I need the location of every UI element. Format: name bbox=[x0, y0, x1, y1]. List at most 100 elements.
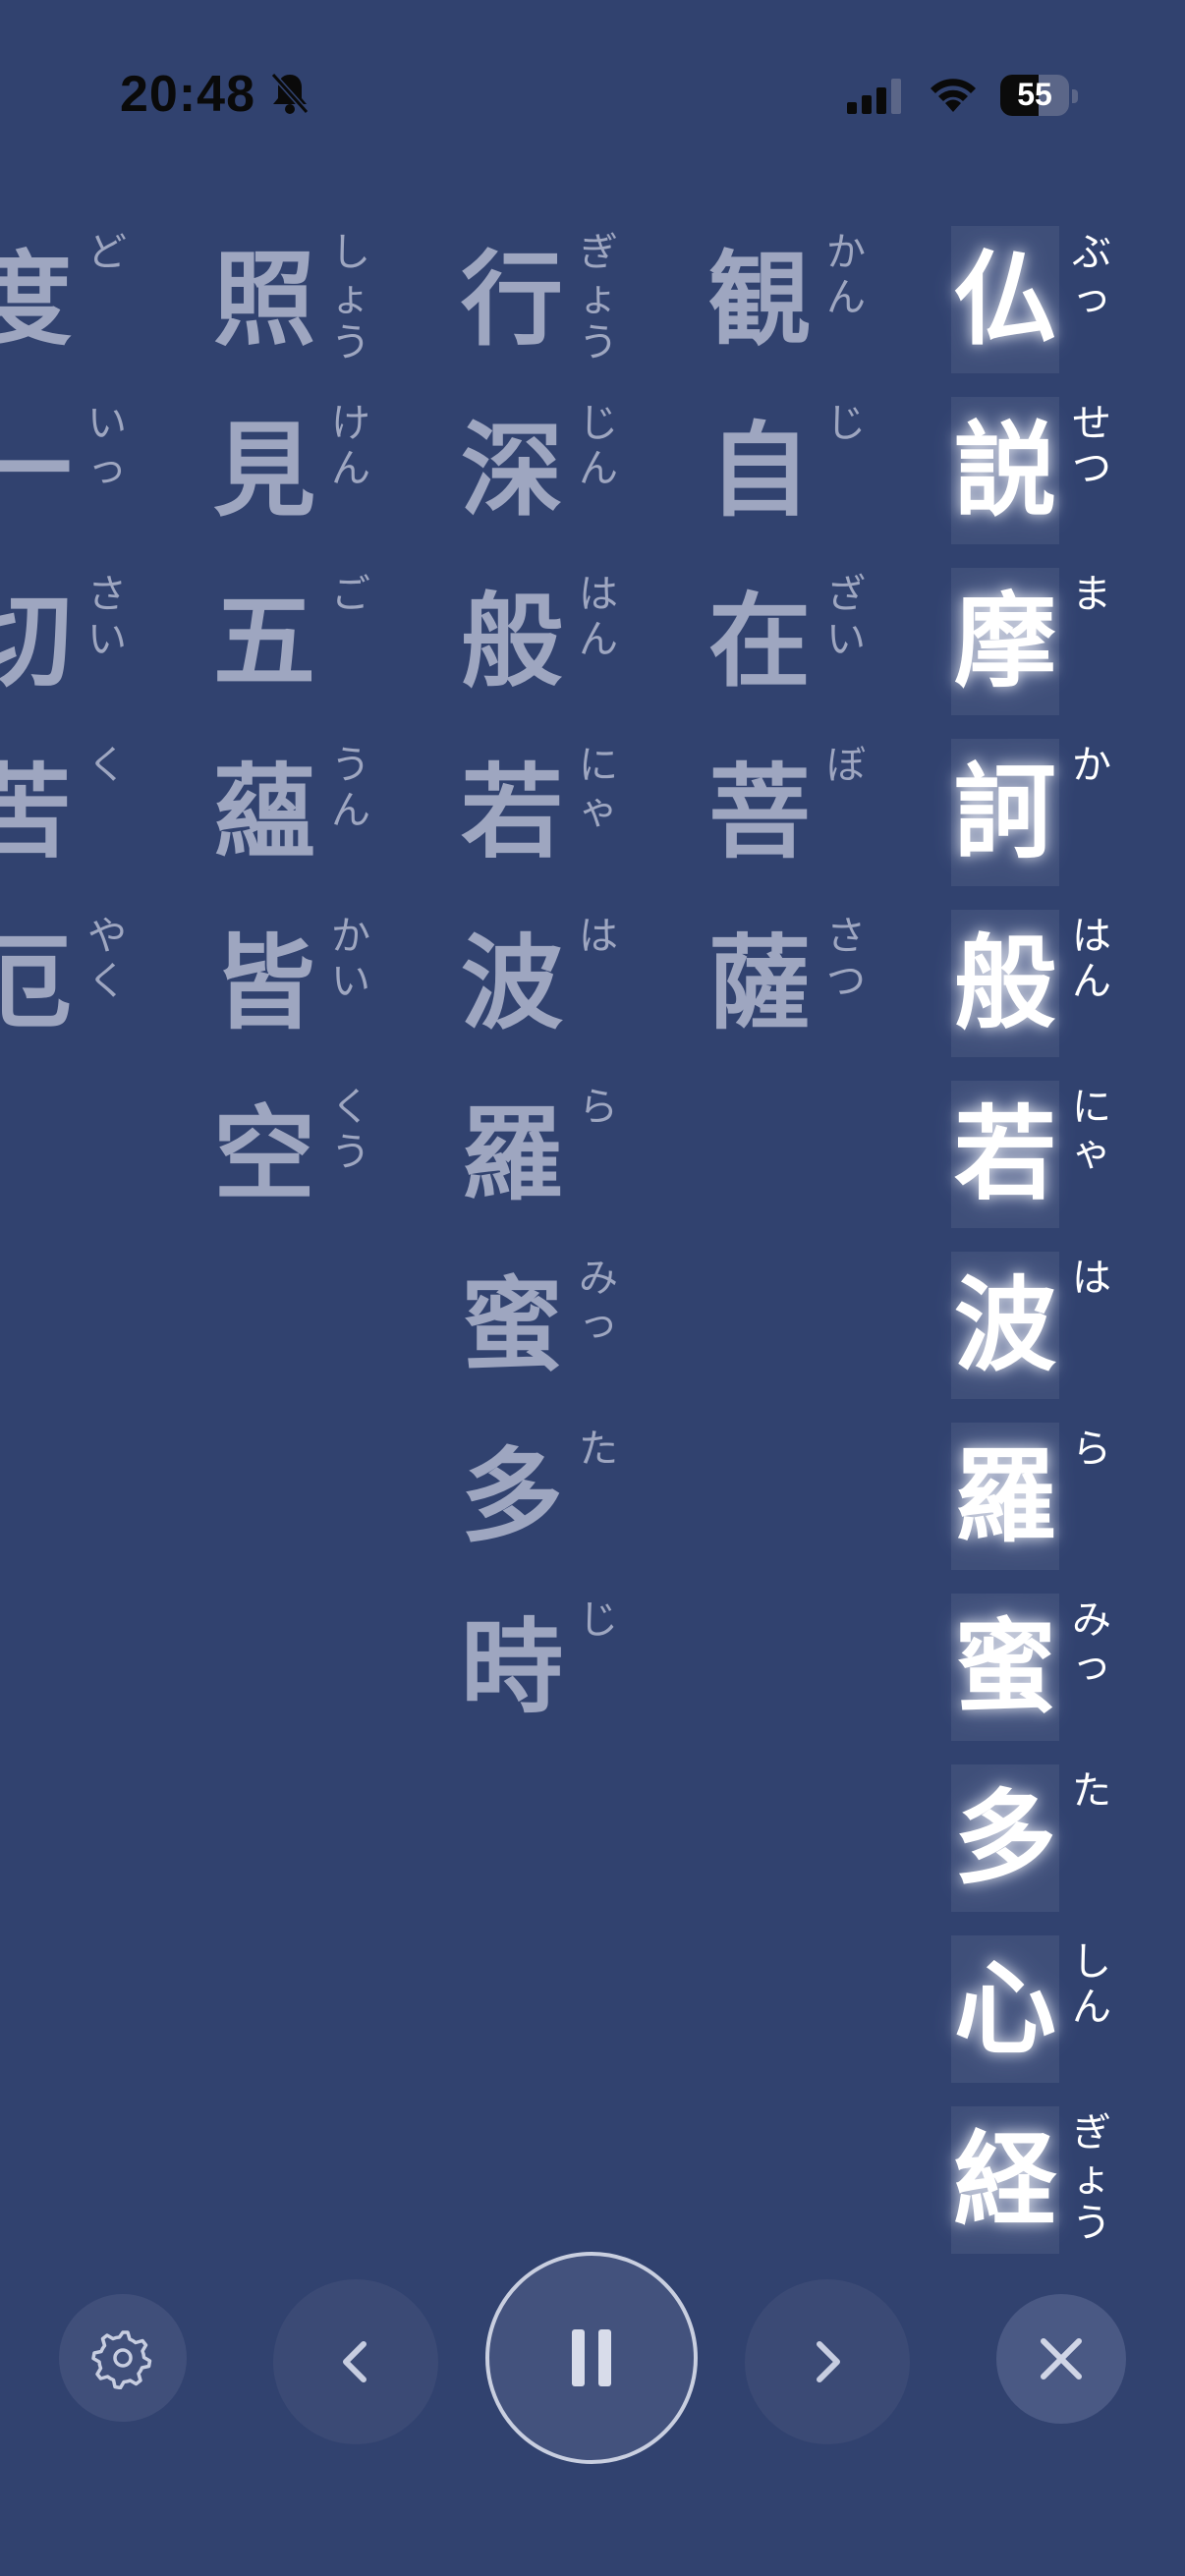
sutra-character: 波は bbox=[458, 900, 654, 1071]
kanji-glyph: 蜜 bbox=[460, 1265, 563, 1385]
kanji-glyph: 蘊 bbox=[212, 753, 315, 872]
chevron-right-icon bbox=[817, 2341, 840, 2382]
kanji-glyph: 経 bbox=[951, 2106, 1059, 2254]
sutra-character: 摩ま bbox=[951, 558, 1148, 729]
furigana-reading: は bbox=[1072, 1256, 1111, 1301]
sutra-character: 多た bbox=[458, 1413, 654, 1584]
kanji-glyph: 観 bbox=[707, 240, 811, 360]
kanji-glyph: 時 bbox=[460, 1607, 563, 1727]
kanji-glyph: 蜜 bbox=[951, 1594, 1059, 1741]
furigana-reading: しょう bbox=[331, 230, 370, 365]
sutra-column-4: 照しょう見けん五ご蘊うん皆かい空くう bbox=[210, 216, 407, 1242]
close-button[interactable] bbox=[996, 2294, 1126, 2424]
kanji-glyph: 波 bbox=[460, 924, 563, 1043]
kanji-glyph: 行 bbox=[460, 240, 563, 360]
furigana-reading: ら bbox=[1072, 1427, 1111, 1472]
furigana-reading: ぎょう bbox=[1072, 2110, 1111, 2246]
sutra-character: 羅ら bbox=[951, 1413, 1148, 1584]
kanji-glyph: 仏 bbox=[951, 226, 1059, 373]
sutra-character: 仏ぶっ bbox=[951, 216, 1148, 387]
furigana-reading: にゃ bbox=[1072, 1085, 1111, 1175]
sutra-character: 行ぎょう bbox=[458, 216, 654, 387]
kanji-glyph: 若 bbox=[460, 753, 563, 872]
furigana-reading: みっ bbox=[1072, 1597, 1111, 1688]
furigana-reading: ざい bbox=[826, 572, 866, 662]
furigana-reading: しん bbox=[1072, 1939, 1111, 2030]
sutra-character: 度ど bbox=[0, 216, 163, 387]
kanji-glyph: 見 bbox=[212, 411, 315, 531]
sutra-character: 皆かい bbox=[210, 900, 407, 1071]
sutra-character: 心しん bbox=[951, 1926, 1148, 2097]
sutra-character: 空くう bbox=[210, 1071, 407, 1242]
sutra-character: 見けん bbox=[210, 387, 407, 558]
furigana-reading: くう bbox=[331, 1085, 370, 1175]
sutra-character: 時じ bbox=[458, 1584, 654, 1755]
kanji-glyph: 波 bbox=[951, 1252, 1059, 1399]
settings-button[interactable] bbox=[59, 2294, 187, 2422]
kanji-glyph: 自 bbox=[707, 411, 811, 531]
sutra-character: 羅ら bbox=[458, 1071, 654, 1242]
sutra-character: 深じん bbox=[458, 387, 654, 558]
kanji-glyph: 説 bbox=[951, 397, 1059, 544]
furigana-reading: はん bbox=[579, 572, 618, 662]
kanji-glyph: 菩 bbox=[707, 753, 811, 872]
playback-controls bbox=[0, 2240, 1185, 2486]
furigana-reading: けん bbox=[331, 401, 370, 491]
previous-button[interactable] bbox=[273, 2279, 438, 2444]
kanji-glyph: 厄 bbox=[0, 924, 72, 1043]
sutra-character: 説せつ bbox=[951, 387, 1148, 558]
kanji-glyph: 五 bbox=[212, 582, 315, 701]
furigana-reading: ご bbox=[331, 572, 370, 617]
sutra-character: 蘊うん bbox=[210, 729, 407, 900]
kanji-glyph: 般 bbox=[951, 910, 1059, 1057]
furigana-reading: た bbox=[1072, 1768, 1111, 1814]
furigana-reading: は bbox=[579, 914, 618, 959]
sutra-character: 照しょう bbox=[210, 216, 407, 387]
furigana-reading: じ bbox=[826, 401, 866, 446]
next-button[interactable] bbox=[745, 2279, 910, 2444]
kanji-glyph: 照 bbox=[212, 240, 315, 360]
furigana-reading: いっ bbox=[87, 401, 127, 491]
furigana-reading: うん bbox=[331, 743, 370, 833]
kanji-glyph: 多 bbox=[460, 1436, 563, 1556]
kanji-glyph: 切 bbox=[0, 582, 72, 701]
sutra-character: 訶か bbox=[951, 729, 1148, 900]
sutra-character: 般はん bbox=[951, 900, 1148, 1071]
pause-button[interactable] bbox=[485, 2252, 698, 2464]
sutra-character: 若にゃ bbox=[458, 729, 654, 900]
furigana-reading: た bbox=[579, 1427, 618, 1472]
kanji-glyph: 在 bbox=[707, 582, 811, 701]
furigana-reading: かい bbox=[331, 914, 370, 1004]
sutra-character: 厄やく bbox=[0, 900, 163, 1071]
sutra-character: 自じ bbox=[705, 387, 902, 558]
furigana-reading: か bbox=[1072, 743, 1111, 788]
kanji-glyph: 羅 bbox=[460, 1094, 563, 1214]
furigana-reading: じん bbox=[579, 401, 618, 491]
close-icon bbox=[1041, 2338, 1082, 2380]
furigana-reading: やく bbox=[87, 914, 127, 1004]
sutra-column-2: 観かん自じ在ざい菩ぼ薩さつ bbox=[705, 216, 902, 1071]
furigana-reading: さい bbox=[87, 572, 127, 662]
kanji-glyph: 空 bbox=[212, 1094, 315, 1214]
furigana-reading: じ bbox=[579, 1597, 618, 1643]
sutra-character: 薩さつ bbox=[705, 900, 902, 1071]
chevron-left-icon bbox=[343, 2341, 367, 2382]
sutra-character: 若にゃ bbox=[951, 1071, 1148, 1242]
furigana-reading: みっ bbox=[579, 1256, 618, 1346]
kanji-glyph: 若 bbox=[951, 1081, 1059, 1228]
kanji-glyph: 一 bbox=[0, 411, 72, 531]
sutra-text: 仏ぶっ説せつ摩ま訶か般はん若にゃ波は羅ら蜜みっ多た心しん経ぎょう観かん自じ在ざい… bbox=[0, 0, 1185, 2260]
sutra-character: 切さい bbox=[0, 558, 163, 729]
kanji-glyph: 心 bbox=[951, 1935, 1059, 2083]
sutra-character: 在ざい bbox=[705, 558, 902, 729]
furigana-reading: ど bbox=[87, 230, 127, 275]
kanji-glyph: 摩 bbox=[951, 568, 1059, 715]
furigana-reading: ぎょう bbox=[579, 230, 618, 365]
kanji-glyph: 訶 bbox=[951, 739, 1059, 886]
kanji-glyph: 深 bbox=[460, 411, 563, 531]
sutra-column-5: 度ど一いっ切さい苦く厄やく bbox=[0, 216, 163, 1071]
kanji-glyph: 度 bbox=[0, 240, 72, 360]
sutra-character: 一いっ bbox=[0, 387, 163, 558]
kanji-glyph: 羅 bbox=[951, 1423, 1059, 1570]
furigana-reading: かん bbox=[826, 230, 866, 320]
